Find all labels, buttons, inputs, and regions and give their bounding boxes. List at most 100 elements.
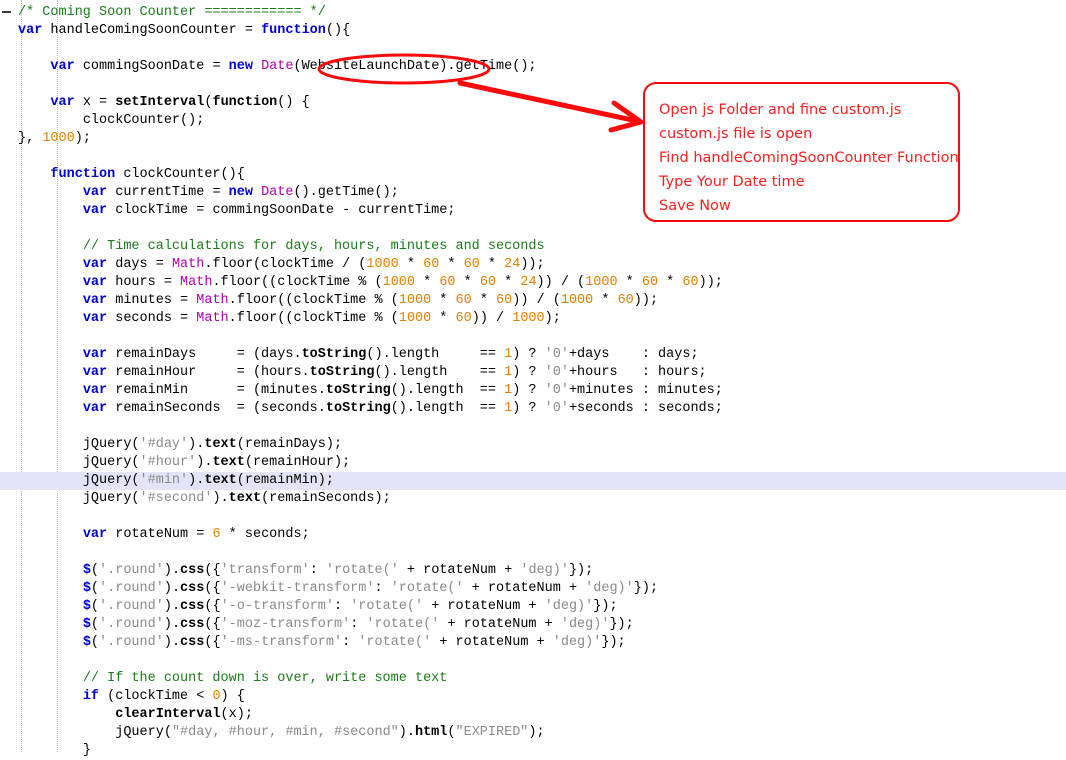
- code-token: clockTime = commingSoonDate - currentTim…: [107, 203, 456, 218]
- code-line[interactable]: [0, 148, 723, 166]
- code-line[interactable]: var hours = Math.floor((clockTime % (100…: [0, 274, 723, 292]
- code-token: var: [82, 527, 108, 542]
- code-token: 'rotate(': [390, 581, 464, 596]
- code-line[interactable]: $('.round').css({'-o-transform': 'rotate…: [0, 598, 723, 616]
- code-line[interactable]: var remainDays = (days.toString().length…: [0, 346, 723, 364]
- code-line[interactable]: jQuery('#hour').text(remainHour);: [0, 454, 723, 472]
- code-token: remainDays = (days.: [107, 347, 302, 362]
- code-line[interactable]: jQuery('#min').text(remainMin);: [0, 472, 723, 490]
- code-token: // If the count down is over, write some…: [82, 671, 448, 686]
- code-line[interactable]: [0, 328, 723, 346]
- code-line[interactable]: /* Coming Soon Counter ============ */: [0, 4, 723, 22]
- code-token: var: [82, 347, 108, 362]
- code-line[interactable]: var commingSoonDate = new Date(WebsiteLa…: [0, 58, 723, 76]
- code-content[interactable]: /* Coming Soon Counter ============ */ va…: [0, 0, 723, 760]
- code-line[interactable]: var x = setInterval(function() {: [0, 94, 723, 112]
- code-line[interactable]: var remainMin = (minutes.toString().leng…: [0, 382, 723, 400]
- code-token: 1000: [398, 311, 432, 326]
- code-line[interactable]: [0, 220, 723, 238]
- code-token: jQuery(: [82, 473, 140, 488]
- code-line[interactable]: $('.round').css({'transform': 'rotate(' …: [0, 562, 723, 580]
- code-token: currentTime =: [107, 185, 229, 200]
- code-token: '.round': [99, 617, 164, 632]
- code-line[interactable]: var rotateNum = 6 * seconds;: [0, 526, 723, 544]
- code-token: *: [431, 293, 456, 308]
- code-line[interactable]: // If the count down is over, write some…: [0, 670, 723, 688]
- code-line[interactable]: var handleComingSoonCounter = function()…: [0, 22, 723, 40]
- code-token: }: [82, 743, 91, 758]
- code-token: ).: [163, 599, 181, 614]
- code-token: remainHour = (hours.: [107, 365, 310, 380]
- code-token: + rotateNum +: [439, 617, 561, 632]
- code-token: 'transform': [220, 563, 310, 578]
- code-token: + rotateNum +: [431, 635, 553, 650]
- code-token: *: [593, 293, 618, 308]
- code-token: var: [50, 59, 75, 74]
- code-line[interactable]: var remainHour = (hours.toString().lengt…: [0, 364, 723, 382]
- code-line[interactable]: }: [0, 742, 723, 760]
- code-token: (: [90, 599, 100, 614]
- code-token: });: [633, 581, 659, 596]
- code-token: (: [447, 725, 456, 740]
- code-token: var: [82, 365, 108, 380]
- code-token: 1000: [42, 131, 75, 146]
- code-line[interactable]: [0, 76, 723, 94]
- callout-line: custom.js file is open: [659, 126, 813, 142]
- code-line[interactable]: var currentTime = new Date().getTime();: [0, 184, 723, 202]
- code-token: ) {: [220, 689, 245, 704]
- code-line[interactable]: [0, 544, 723, 562]
- code-token: clockCounter(){: [115, 167, 245, 182]
- code-line[interactable]: [0, 418, 723, 436]
- code-line[interactable]: // Time calculations for days, hours, mi…: [0, 238, 723, 256]
- code-line[interactable]: $('.round').css({'-moz-transform': 'rota…: [0, 616, 723, 634]
- code-token: 'rotate(': [325, 563, 399, 578]
- instruction-callout-box: Open js Folder and fine custom.js custom…: [643, 82, 960, 222]
- code-token: 1000: [512, 311, 545, 326]
- code-line[interactable]: [0, 508, 723, 526]
- code-token: var: [82, 311, 108, 326]
- code-token: '0': [544, 401, 569, 416]
- code-token: var: [82, 185, 108, 200]
- code-editor[interactable]: /* Coming Soon Counter ============ */ va…: [0, 0, 1066, 758]
- code-token: text: [212, 455, 245, 470]
- code-line[interactable]: jQuery('#day').text(remainDays);: [0, 436, 723, 454]
- code-fold-marker-icon[interactable]: [2, 11, 11, 13]
- code-line[interactable]: clockCounter();: [0, 112, 723, 130]
- code-line[interactable]: var remainSeconds = (seconds.toString().…: [0, 400, 723, 418]
- code-token: ));: [698, 275, 723, 290]
- code-token: 60: [617, 293, 634, 308]
- code-line[interactable]: jQuery('#second').text(remainSeconds);: [0, 490, 723, 508]
- code-token: /* Coming Soon Counter ============ */: [18, 5, 326, 20]
- code-token: commingSoonDate =: [74, 59, 229, 74]
- code-token: '#second': [139, 491, 213, 506]
- code-token: clockCounter();: [82, 113, 205, 128]
- code-line[interactable]: if (clockTime < 0) {: [0, 688, 723, 706]
- code-line[interactable]: [0, 652, 723, 670]
- code-line[interactable]: $('.round').css({'-webkit-transform': 'r…: [0, 580, 723, 598]
- code-line[interactable]: var clockTime = commingSoonDate - curren…: [0, 202, 723, 220]
- code-token: new: [228, 185, 253, 200]
- code-token: $: [82, 617, 91, 632]
- code-token: 60: [479, 275, 497, 290]
- code-line[interactable]: function clockCounter(){: [0, 166, 723, 184]
- code-token: function: [261, 23, 326, 38]
- code-line[interactable]: var days = Math.floor(clockTime / (1000 …: [0, 256, 723, 274]
- code-token: ({: [204, 617, 221, 632]
- code-line[interactable]: var minutes = Math.floor((clockTime % (1…: [0, 292, 723, 310]
- code-token: var: [82, 401, 108, 416]
- code-token: ().length ==: [374, 365, 505, 380]
- code-line[interactable]: [0, 40, 723, 58]
- code-line[interactable]: $('.round').css({'-ms-transform': 'rotat…: [0, 634, 723, 652]
- code-token: css: [180, 635, 205, 650]
- code-token: (){: [325, 23, 351, 38]
- code-token: var: [82, 383, 108, 398]
- code-token: '-ms-transform': [220, 635, 343, 650]
- code-token: text: [228, 491, 262, 506]
- code-token: )) / (: [512, 293, 561, 308]
- code-line[interactable]: clearInterval(x);: [0, 706, 723, 724]
- code-line[interactable]: var seconds = Math.floor((clockTime % (1…: [0, 310, 723, 328]
- code-line[interactable]: }, 1000);: [0, 130, 723, 148]
- code-token: Math: [196, 311, 229, 326]
- code-line[interactable]: jQuery("#day, #hour, #min, #second").htm…: [0, 724, 723, 742]
